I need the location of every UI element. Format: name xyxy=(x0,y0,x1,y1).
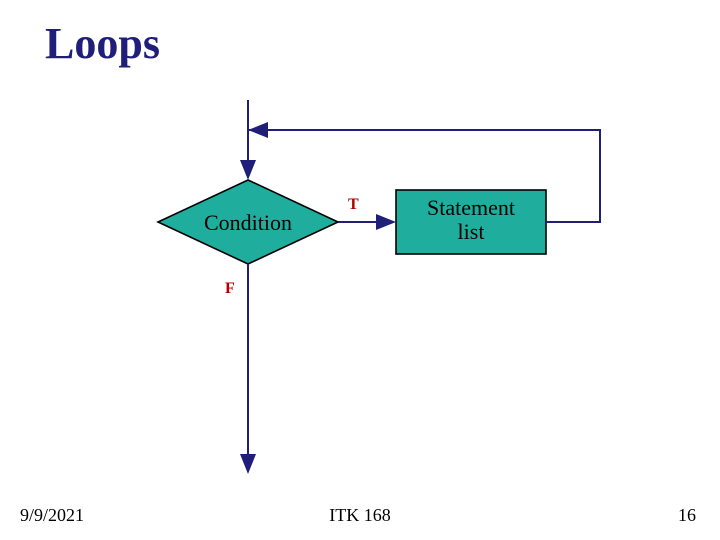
slide: Loops Condition Statement list T F 9/9/2… xyxy=(0,0,720,540)
false-label: F xyxy=(225,280,235,298)
footer-date: 9/9/2021 xyxy=(20,505,84,526)
statement-label-line1: Statement xyxy=(427,195,515,220)
statement-label: Statement list xyxy=(396,196,546,244)
flowchart-diagram xyxy=(0,0,720,540)
true-label: T xyxy=(348,196,359,214)
statement-label-line2: list xyxy=(458,219,485,244)
condition-label: Condition xyxy=(200,210,296,236)
footer-course: ITK 168 xyxy=(329,505,391,526)
footer-slide-number: 16 xyxy=(678,505,696,526)
